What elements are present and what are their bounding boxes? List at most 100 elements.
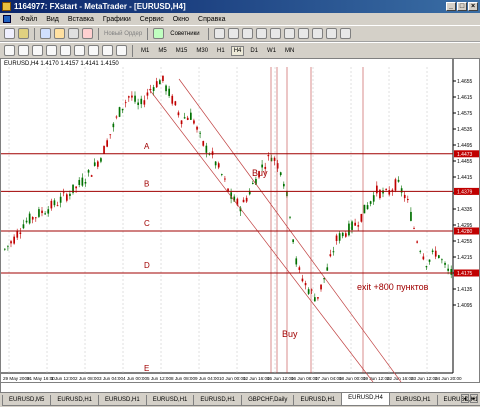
timeframe-m5[interactable]: M5 [155, 46, 169, 56]
candle-body [431, 250, 434, 252]
candle-body [304, 283, 307, 286]
candle-body [214, 161, 217, 166]
candle-body [407, 198, 409, 201]
candle-body [159, 80, 161, 85]
candle-body [124, 102, 127, 104]
chart-bottom-strip [0, 383, 480, 392]
new-order-button[interactable]: Новый Ордер [104, 31, 142, 37]
timeframe-w1[interactable]: W1 [264, 46, 279, 56]
menu-view[interactable]: Вид [46, 16, 59, 23]
menu-charts[interactable]: Графики [103, 16, 131, 23]
indicators-icon[interactable] [311, 28, 323, 39]
buy-annotation-top: Buy [252, 168, 268, 178]
arrows-icon[interactable] [116, 45, 127, 56]
candlestick-icon[interactable] [227, 28, 239, 39]
candle-body [372, 195, 375, 202]
standard-toolbar: Новый Ордер Советники [0, 25, 480, 42]
candle-body [193, 120, 195, 124]
horizontal-line-icon[interactable] [46, 45, 57, 56]
candle-body [10, 241, 12, 244]
line-chart-icon[interactable] [241, 28, 253, 39]
menu-bar: Файл Вид Вставка Графики Сервис Окно Спр… [0, 13, 480, 25]
chart-window[interactable]: 1.4655 1.4615 1.4575 1.4535 1.4495 1.4455 1.44… [0, 58, 480, 383]
chart-tab[interactable]: EURUSD,H1 [193, 395, 243, 406]
market-watch-icon[interactable] [40, 28, 51, 39]
zoom-out-icon[interactable] [269, 28, 281, 39]
candle-body [186, 117, 189, 120]
candle-body [252, 183, 254, 184]
timeframe-mn[interactable]: MN [282, 46, 297, 56]
candle-body [227, 188, 229, 192]
crosshair-icon[interactable] [18, 45, 29, 56]
chart-tab[interactable]: EURUSD,H1 [98, 395, 147, 406]
candle-body [25, 220, 28, 223]
zoom-in-icon[interactable] [255, 28, 267, 39]
menu-insert[interactable]: Вставка [68, 16, 94, 23]
time-tick-label: 17 Jun 04:00 [315, 376, 342, 381]
candle-body [168, 88, 170, 96]
menu-file[interactable]: Файл [20, 16, 37, 23]
minimize-button[interactable]: _ [446, 2, 456, 11]
candle-body [450, 269, 453, 275]
candle-body [16, 231, 19, 238]
timeframe-h4[interactable]: H4 [230, 45, 245, 56]
chart-tab[interactable]: EURUSD,H1 [50, 395, 100, 406]
tab-scroll-right-icon[interactable]: ► [470, 394, 478, 403]
menu-window[interactable]: Окно [173, 16, 189, 23]
close-button[interactable]: × [468, 2, 478, 11]
chart-tab[interactable]: GBPCHF,Daily [241, 395, 295, 406]
time-tick-label: 8 Jun 08:00 [171, 376, 195, 381]
chart-shift-icon[interactable] [297, 28, 309, 39]
trendline-icon[interactable] [60, 45, 71, 56]
navigator-icon[interactable] [54, 28, 65, 39]
timeframe-m1[interactable]: M1 [138, 46, 152, 56]
timeframe-m15[interactable]: M15 [173, 46, 191, 56]
candle-body [338, 233, 341, 241]
chart-tab[interactable]: EURUSD,H4 [341, 393, 390, 406]
terminal-icon[interactable] [68, 28, 79, 39]
maximize-button[interactable]: □ [457, 2, 467, 11]
auto-scroll-icon[interactable] [283, 28, 295, 39]
time-tick-label: 2 Jun 08:00 [75, 376, 99, 381]
candle-body [211, 151, 214, 155]
cursor-icon[interactable] [4, 45, 15, 56]
chart-tab[interactable]: EURUSD,M5 [2, 395, 52, 406]
vertical-line-icon[interactable] [32, 45, 43, 56]
fibonacci-icon[interactable] [88, 45, 99, 56]
chart-tab[interactable]: EURUSD,H1 [145, 395, 195, 406]
candle-body [245, 197, 248, 202]
timeframe-d1[interactable]: D1 [247, 46, 261, 56]
chart-tab[interactable]: EURUSD,H1 [293, 395, 343, 406]
expert-advisors-icon[interactable] [153, 28, 165, 39]
candle-body [103, 146, 105, 154]
toolbar-separator [147, 27, 149, 40]
price-chart[interactable]: 1.46551.46151.45751.45351.44951.44551.44… [1, 59, 479, 382]
candle-body [174, 101, 177, 106]
tab-scroll-left-icon[interactable]: ◄ [461, 394, 469, 403]
text-icon[interactable] [102, 45, 113, 56]
channel-icon[interactable] [74, 45, 85, 56]
bar-chart-icon[interactable] [213, 28, 225, 39]
timeframe-h1[interactable]: H1 [214, 46, 228, 56]
candle-body [177, 112, 180, 116]
menu-tools[interactable]: Сервис [140, 16, 164, 23]
tester-icon[interactable] [82, 28, 93, 39]
open-profile-icon[interactable] [18, 28, 29, 39]
menu-help[interactable]: Справка [198, 16, 225, 23]
time-tick-label: 29 May 2009 [3, 376, 30, 381]
chart-tab[interactable]: EURUSD,H1 [388, 395, 438, 406]
templates-icon[interactable] [339, 28, 351, 39]
candle-body [279, 172, 282, 176]
timeframe-m30[interactable]: M30 [193, 46, 211, 56]
new-chart-icon[interactable] [4, 28, 15, 39]
candle-body [66, 194, 68, 201]
periods-icon[interactable] [325, 28, 337, 39]
candle-body [115, 116, 118, 118]
time-tick-label: 16 Jun 08:00 [291, 376, 318, 381]
candle-body [283, 183, 285, 187]
candle-body [242, 199, 245, 203]
expert-advisors-button[interactable]: Советники [167, 29, 202, 39]
candle-body [199, 132, 201, 134]
time-tick-label: 10 Jun 00:00 [219, 376, 246, 381]
candle-body [354, 222, 356, 226]
